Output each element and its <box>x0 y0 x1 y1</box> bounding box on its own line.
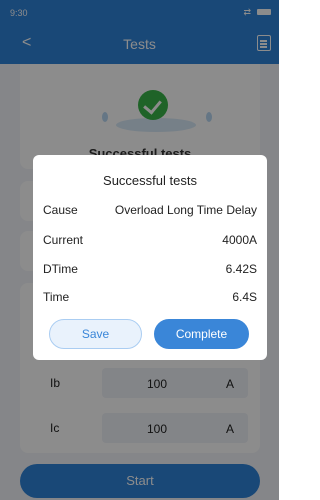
dialog-value: 4000A <box>222 233 257 247</box>
dialog-title: Successful tests <box>103 173 197 188</box>
dialog-value: 6.4S <box>232 290 257 304</box>
result-dialog: Successful tests Cause Overload Long Tim… <box>33 155 267 360</box>
dialog-row-current: Current 4000A <box>43 231 257 251</box>
dialog-key: Current <box>43 233 84 247</box>
dialog-row-cause: Cause Overload Long Time Delay <box>43 201 257 221</box>
save-button[interactable]: Save <box>49 319 142 349</box>
dialog-key: Time <box>43 290 70 304</box>
dialog-key: DTime <box>43 262 78 276</box>
dialog-value: 6.42S <box>225 262 257 276</box>
complete-button[interactable]: Complete <box>154 319 249 349</box>
dialog-value: Overload Long Time Delay <box>114 203 257 217</box>
dialog-row-dtime: DTime 6.42S <box>43 260 257 280</box>
dialog-row-time: Time 6.4S <box>43 288 257 308</box>
dialog-key: Cause <box>43 203 78 217</box>
